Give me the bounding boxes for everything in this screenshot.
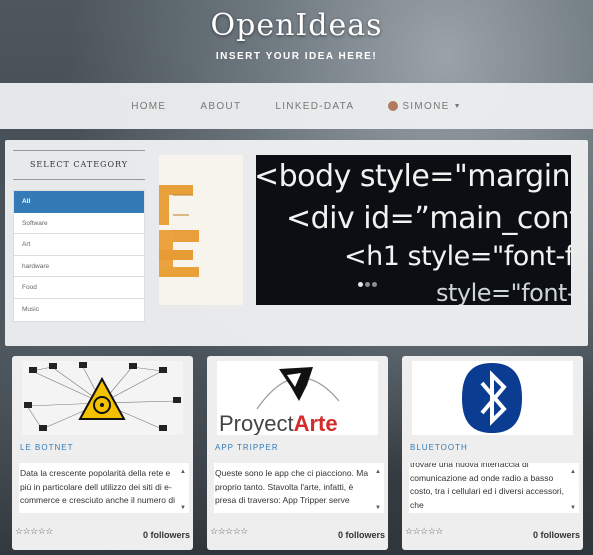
botnet-image xyxy=(22,361,183,435)
carousel-indicators xyxy=(358,282,377,287)
category-list: All Software Art hardware Food Music xyxy=(13,190,145,322)
avatar xyxy=(388,101,399,111)
code-line: <div id=”main_cont xyxy=(286,201,571,236)
idea-description-text: Data la crescente popolarità della rete … xyxy=(20,468,175,505)
letters-artwork xyxy=(159,185,199,277)
scroll-down-icon[interactable]: ▼ xyxy=(569,502,577,511)
category-selector: SELECT CATEGORY All Software Art hardwar… xyxy=(13,150,145,322)
followers-count: 0 followers xyxy=(532,530,580,540)
category-item-food[interactable]: Food xyxy=(14,277,144,299)
proyectarte-logo-text: ProyectArte xyxy=(219,411,338,435)
carousel-dot[interactable] xyxy=(372,282,377,287)
featured-panel: SELECT CATEGORY All Software Art hardwar… xyxy=(5,140,588,346)
code-line: <h1 style="font-f xyxy=(344,241,571,272)
category-item-software[interactable]: Software xyxy=(14,213,144,235)
code-line: style="font- xyxy=(436,279,571,305)
idea-description[interactable]: Data la crescente popolarità della rete … xyxy=(19,463,189,513)
carousel-dot[interactable] xyxy=(358,282,363,287)
nav-linked-data[interactable]: LINKED-DATA xyxy=(258,101,371,112)
followers-count: 0 followers xyxy=(142,530,190,540)
scroll-down-icon[interactable]: ▼ xyxy=(374,502,382,511)
navbar: HOME ABOUT LINKED-DATA SIMONE ▼ xyxy=(0,83,593,129)
nav-user-menu[interactable]: SIMONE ▼ xyxy=(371,101,478,112)
nav-about[interactable]: ABOUT xyxy=(183,101,258,112)
site-tagline: INSERT YOUR IDEA HERE! xyxy=(215,51,378,62)
category-item-hardware[interactable]: hardware xyxy=(14,256,144,278)
scroll-up-icon[interactable]: ▲ xyxy=(374,466,382,475)
idea-title-link[interactable]: BLUETOOTH xyxy=(410,443,468,452)
rating-stars[interactable]: ☆☆☆☆☆ xyxy=(15,526,53,537)
rating-stars[interactable]: ☆☆☆☆☆ xyxy=(405,526,443,537)
idea-card: BLUETOOTH trovare una nuova interfaccia … xyxy=(402,356,583,550)
idea-card-image[interactable] xyxy=(412,361,573,435)
site-title[interactable]: OpenIdeas xyxy=(0,8,593,43)
idea-title-link[interactable]: LE BOTNET xyxy=(20,443,73,452)
carousel-active-slide[interactable]: <body style="margin <div id=”main_cont <… xyxy=(256,155,571,305)
rating-stars[interactable]: ☆☆☆☆☆ xyxy=(210,526,248,537)
idea-card: LE BOTNET Data la crescente popolarità d… xyxy=(12,356,193,550)
idea-description-text: Queste sono le app che ci piacciono. Ma … xyxy=(215,468,369,505)
idea-card: ProyectArte APP TRIPPER Queste sono le a… xyxy=(207,356,388,550)
category-item-music[interactable]: Music xyxy=(14,299,144,321)
idea-title-link[interactable]: APP TRIPPER xyxy=(215,443,279,452)
idea-description[interactable]: trovare una nuova interfaccia di comunic… xyxy=(409,463,579,513)
caret-down-icon: ▼ xyxy=(453,102,462,110)
category-title: SELECT CATEGORY xyxy=(13,150,145,180)
site-header: OpenIdeas INSERT YOUR IDEA HERE! xyxy=(0,0,593,82)
category-item-art[interactable]: Art xyxy=(14,234,144,256)
carousel-dot[interactable] xyxy=(365,282,370,287)
idea-card-image[interactable]: ProyectArte xyxy=(217,361,378,435)
carousel-previous-slide[interactable] xyxy=(159,155,243,305)
bluetooth-logo xyxy=(412,361,573,435)
proyectarte-logo: ProyectArte xyxy=(217,361,378,435)
nav-user-label: SIMONE xyxy=(402,100,450,112)
category-item-all[interactable]: All xyxy=(14,191,144,213)
scroll-up-icon[interactable]: ▲ xyxy=(179,466,187,475)
followers-count: 0 followers xyxy=(337,530,385,540)
scroll-up-icon[interactable]: ▲ xyxy=(569,466,577,475)
idea-description[interactable]: Queste sono le app che ci piacciono. Ma … xyxy=(214,463,384,513)
idea-card-image[interactable] xyxy=(22,361,183,435)
nav-home[interactable]: HOME xyxy=(114,101,183,112)
code-line: <body style="margin xyxy=(256,159,571,194)
idea-description-text: trovare una nuova interfaccia di comunic… xyxy=(410,463,565,510)
scroll-down-icon[interactable]: ▼ xyxy=(179,502,187,511)
